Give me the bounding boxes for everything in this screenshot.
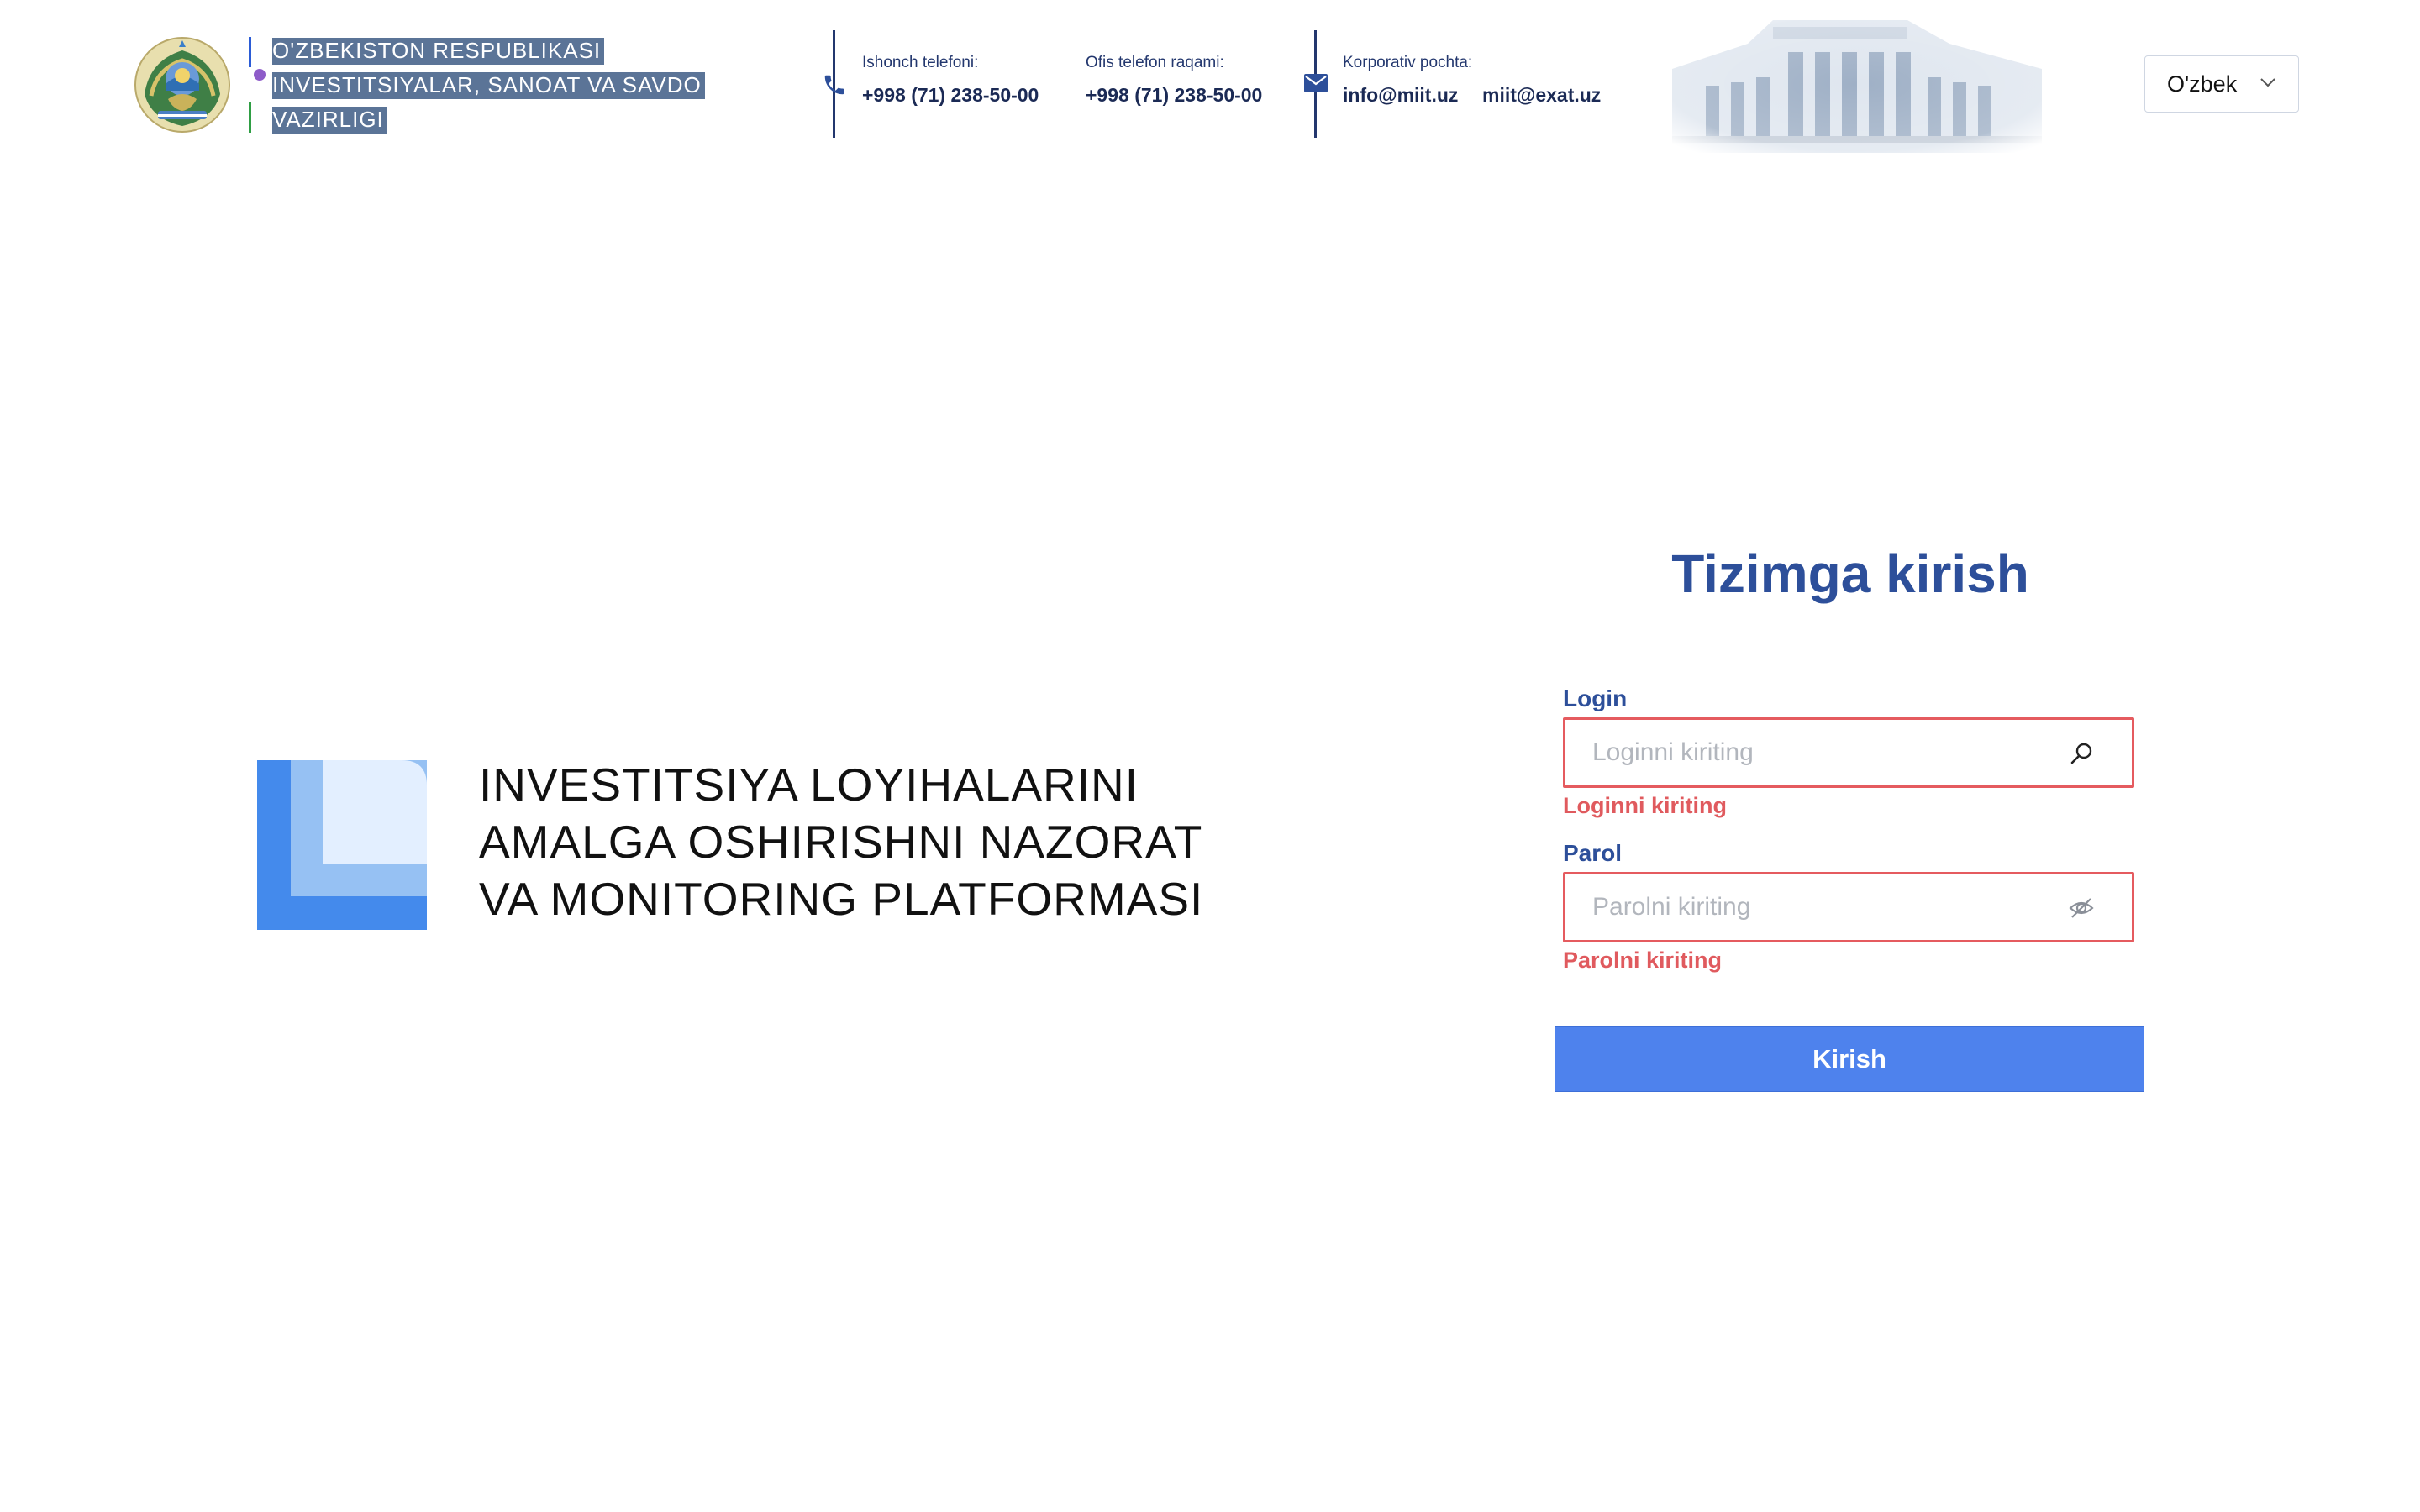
brand-accent-bars [249,37,260,133]
search-icon[interactable] [2068,740,2095,767]
email-secondary-link[interactable]: miit@exat.uz [1482,84,1601,107]
office-phone-number[interactable]: +998 (71) 238-50-00 [1086,84,1262,107]
login-error: Loginni kiriting [1563,793,1727,818]
email-primary-link[interactable]: info@miit.uz [1343,84,1458,107]
hotline-label: Ishonch telefoni: [862,54,979,71]
state-emblem-icon [134,37,230,133]
ministry-name[interactable]: O'ZBEKISTON RESPUBLIKASI INVESTITSIYALAR… [272,34,709,137]
brand-dot [254,69,266,81]
platform-title: INVESTITSIYA LOYIHALARINI AMALGA OSHIRIS… [479,759,1204,925]
phone-icon [824,75,844,95]
password-error: Parolni kiriting [1563,948,1723,973]
top-header: O'ZBEKISTON RESPUBLIKASI INVESTITSIYALAR… [0,0,2420,168]
platform-logo-icon [257,760,427,930]
password-field[interactable] [1563,872,2134,942]
login-page: O'ZBEKISTON RESPUBLIKASI INVESTITSIYALAR… [0,0,2420,1512]
login-submit-button[interactable]: Kirish [1555,1026,2144,1092]
chevron-down-icon [2260,78,2275,87]
office-phone-label: Ofis telefon raqami: [1086,54,1224,71]
mail-icon [1304,74,1328,92]
password-input[interactable] [1565,874,2070,940]
password-label: Parol [1563,840,1623,866]
email-label: Korporativ pochta: [1343,54,1473,71]
language-select[interactable]: O'zbek [2144,55,2299,113]
eye-off-icon[interactable] [2068,895,2095,921]
hotline-number[interactable]: +998 (71) 238-50-00 [862,84,1039,107]
login-label: Login [1563,685,1628,711]
language-value: O'zbek [2167,71,2238,97]
login-input[interactable] [1565,720,2070,785]
login-title: Tizimga kirish [1671,543,2029,604]
login-field[interactable] [1563,717,2134,788]
ministry-building-image [1647,10,2067,158]
